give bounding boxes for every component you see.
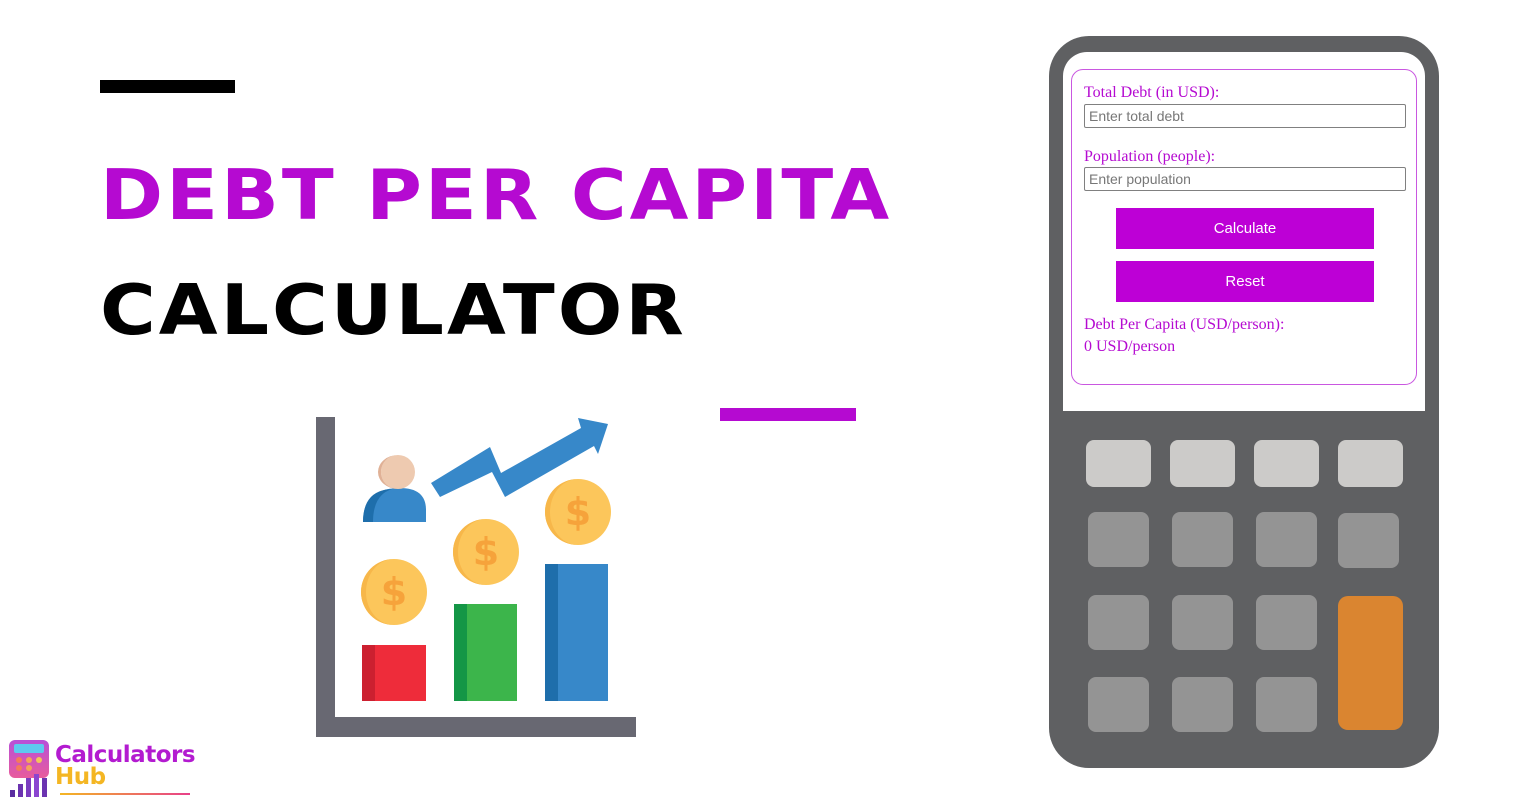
- page-title-line1: DEBT PER CAPITA: [100, 153, 893, 236]
- bar-blue: [545, 564, 608, 701]
- calculate-button[interactable]: Calculate: [1116, 208, 1374, 249]
- page-title-line2: CALCULATOR: [100, 268, 687, 351]
- coin-icon: $: [545, 479, 611, 545]
- person-icon: [363, 455, 426, 522]
- total-debt-input[interactable]: [1084, 104, 1406, 128]
- reset-button[interactable]: Reset: [1116, 261, 1374, 302]
- axis-horizontal: [316, 717, 636, 737]
- keypad-key: [1088, 512, 1149, 567]
- coin-icon: $: [453, 519, 519, 585]
- total-debt-label: Total Debt (in USD):: [1084, 84, 1220, 101]
- keypad-key: [1256, 512, 1317, 567]
- logo-text-hub: Hub: [55, 764, 106, 790]
- keypad-key: [1172, 677, 1233, 732]
- population-input[interactable]: [1084, 167, 1406, 191]
- logo-underline: [60, 793, 190, 795]
- population-label: Population (people):: [1084, 148, 1216, 165]
- keypad-key: [1088, 595, 1149, 650]
- keypad-key: [1086, 440, 1151, 487]
- decorative-bar-top: [100, 80, 235, 93]
- debt-growth-chart-icon: $ $ $: [316, 417, 636, 737]
- result-value: 0 USD/person: [1084, 338, 1176, 355]
- keypad-key: [1170, 440, 1235, 487]
- bar-red: [362, 645, 426, 701]
- keypad-key: [1172, 512, 1233, 567]
- keypad-key: [1338, 440, 1403, 487]
- keypad-key: [1172, 595, 1233, 650]
- svg-text:$: $: [565, 490, 591, 534]
- axis-vertical: [316, 417, 335, 737]
- result-label: Debt Per Capita (USD/person):: [1084, 316, 1285, 333]
- keypad-key: [1254, 440, 1319, 487]
- coin-icon: $: [361, 559, 427, 625]
- svg-text:$: $: [473, 530, 499, 574]
- keypad-key: [1338, 513, 1399, 568]
- keypad-key: [1088, 677, 1149, 732]
- decorative-bar-accent: [720, 408, 856, 421]
- keypad-key-equals: [1338, 596, 1403, 730]
- bar-green: [454, 604, 517, 701]
- keypad-key: [1256, 595, 1317, 650]
- keypad-key: [1256, 677, 1317, 732]
- calculators-hub-logo-icon: [9, 740, 49, 797]
- svg-text:$: $: [381, 570, 407, 614]
